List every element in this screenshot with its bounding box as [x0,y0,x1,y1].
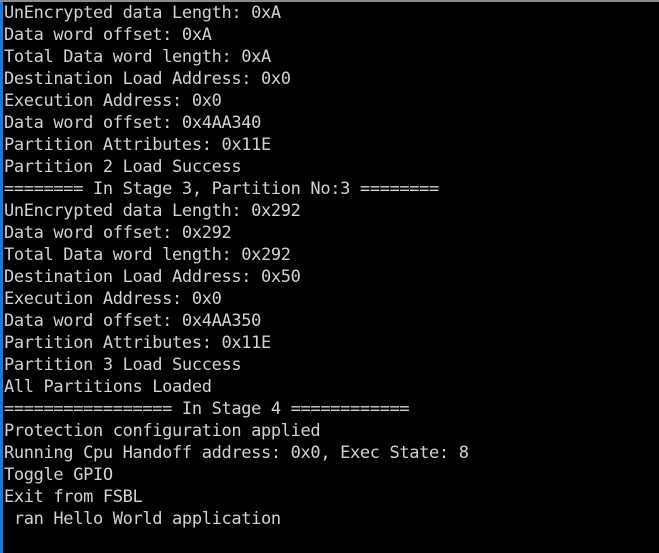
console-line: Protection configuration applied [4,421,321,441]
console-line: Partition Attributes: 0x11E [4,135,271,155]
terminal-left-accent-bar [0,2,3,553]
console-line: UnEncrypted data Length: 0x292 [4,201,301,221]
console-line: Total Data word length: 0x292 [4,245,291,265]
console-line: Partition 2 Load Success [4,157,242,177]
console-line: Data word offset: 0xA [4,25,212,45]
terminal-window[interactable]: UnEncrypted data Length: 0xA Data word of… [0,0,659,553]
console-line: UnEncrypted data Length: 0xA [4,3,281,23]
console-line: Data word offset: 0x4AA350 [4,311,262,331]
console-line: ======== In Stage 3, Partition No:3 ====… [4,179,439,199]
console-line: ran Hello World application [4,509,281,529]
console-line: Execution Address: 0x0 [4,289,222,309]
console-line: Toggle GPIO [4,465,113,485]
console-line: Data word offset: 0x292 [4,223,232,243]
console-line: ================= In Stage 4 ===========… [4,399,410,419]
console-line: Data word offset: 0x4AA340 [4,113,262,133]
console-line: Exit from FSBL [4,487,143,507]
console-line: Partition Attributes: 0x11E [4,333,271,353]
console-line: Execution Address: 0x0 [4,91,222,111]
console-line: Destination Load Address: 0x50 [4,267,301,287]
console-line: Running Cpu Handoff address: 0x0, Exec S… [4,443,469,463]
console-line: Partition 3 Load Success [4,355,242,375]
console-line: All Partitions Loaded [4,377,212,397]
console-output-log[interactable]: UnEncrypted data Length: 0xA Data word of… [4,2,656,551]
console-line: Destination Load Address: 0x0 [4,69,291,89]
console-line: Total Data word length: 0xA [4,47,271,67]
